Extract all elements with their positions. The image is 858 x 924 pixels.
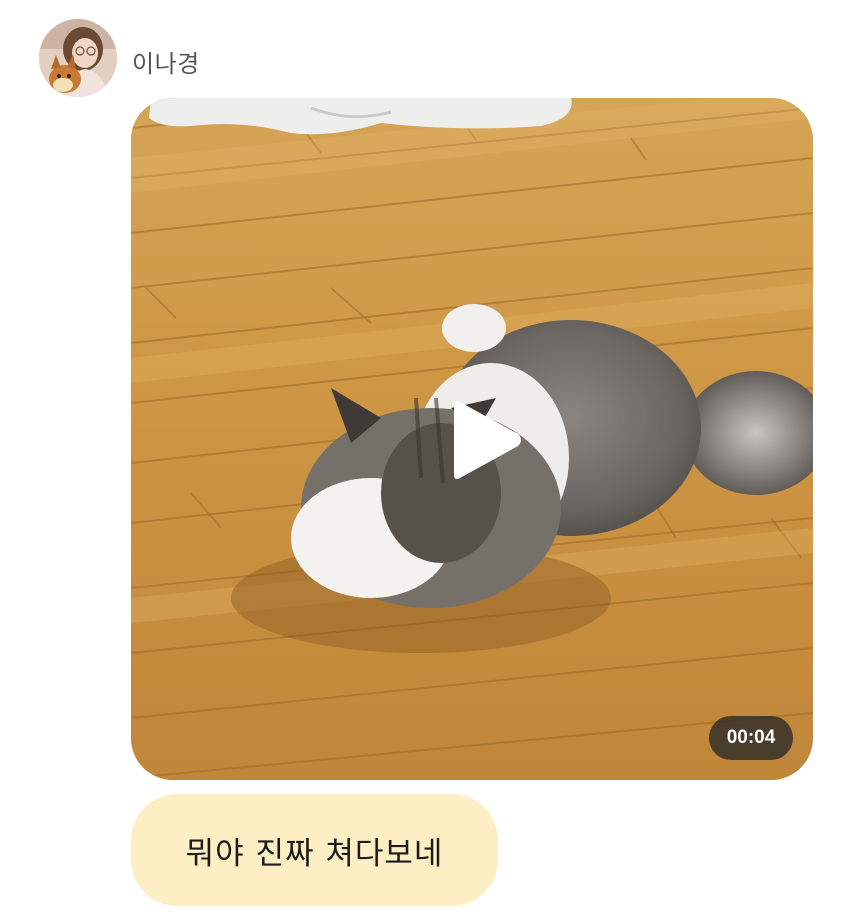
avatar-photo-icon bbox=[39, 19, 117, 97]
sender-name: 이나경 bbox=[132, 50, 200, 78]
play-button[interactable] bbox=[438, 397, 524, 483]
video-duration-badge: 00:04 bbox=[709, 716, 793, 760]
text-message-bubble[interactable]: 뭐야 진짜 쳐다보네 bbox=[131, 794, 498, 906]
play-icon bbox=[454, 401, 521, 479]
video-message[interactable]: 00:04 bbox=[131, 98, 813, 780]
text-message-content: 뭐야 진짜 쳐다보네 bbox=[185, 835, 444, 872]
chat-thread: 이나경 00:04 뭐야 진짜 쳐다보네 bbox=[0, 0, 858, 924]
sender-avatar[interactable] bbox=[39, 19, 117, 97]
